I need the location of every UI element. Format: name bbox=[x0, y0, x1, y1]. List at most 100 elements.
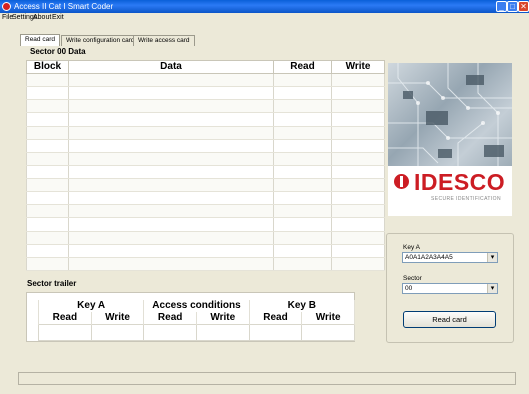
trailer-cell[interactable] bbox=[248, 324, 303, 341]
key-a-dropdown[interactable]: A0A1A2A3A4A5 ▾ bbox=[402, 252, 498, 263]
data-cell[interactable] bbox=[68, 73, 274, 88]
block-cell[interactable] bbox=[26, 86, 69, 101]
table-row[interactable] bbox=[26, 217, 385, 232]
table-row[interactable] bbox=[26, 204, 385, 219]
data-cell[interactable] bbox=[68, 178, 274, 193]
table-row[interactable] bbox=[26, 165, 385, 180]
column-header-block[interactable]: Block bbox=[26, 60, 69, 74]
write-cell[interactable] bbox=[331, 244, 385, 258]
table-row[interactable] bbox=[26, 257, 385, 272]
write-cell[interactable] bbox=[331, 257, 385, 272]
write-cell[interactable] bbox=[331, 204, 385, 219]
write-cell[interactable] bbox=[331, 73, 385, 88]
read-cell[interactable] bbox=[273, 139, 332, 153]
table-row[interactable] bbox=[26, 73, 385, 88]
close-button[interactable]: ✕ bbox=[518, 1, 529, 12]
column-header-write[interactable]: Write bbox=[331, 60, 385, 74]
table-row[interactable] bbox=[26, 244, 385, 258]
block-cell[interactable] bbox=[26, 178, 69, 193]
data-cell[interactable] bbox=[68, 257, 274, 272]
read-cell[interactable] bbox=[273, 86, 332, 101]
table-row[interactable] bbox=[26, 139, 385, 153]
write-cell[interactable] bbox=[331, 165, 385, 180]
data-cell[interactable] bbox=[68, 86, 274, 101]
write-cell[interactable] bbox=[331, 231, 385, 245]
block-cell[interactable] bbox=[26, 99, 69, 114]
block-cell[interactable] bbox=[26, 231, 69, 245]
tab-read-card[interactable]: Read card bbox=[20, 34, 60, 46]
read-cell[interactable] bbox=[273, 99, 332, 114]
write-cell[interactable] bbox=[331, 126, 385, 140]
read-cell[interactable] bbox=[273, 152, 332, 166]
data-cell[interactable] bbox=[68, 244, 274, 258]
block-cell[interactable] bbox=[26, 112, 69, 127]
menu-exit[interactable]: Exit bbox=[52, 13, 64, 23]
write-cell[interactable] bbox=[331, 217, 385, 232]
read-cell[interactable] bbox=[273, 244, 332, 258]
block-cell[interactable] bbox=[26, 217, 69, 232]
read-cell[interactable] bbox=[273, 126, 332, 140]
trailer-cell[interactable] bbox=[195, 324, 250, 341]
data-cell[interactable] bbox=[68, 217, 274, 232]
tab-write-configuration-card[interactable]: Write configuration card bbox=[61, 35, 140, 46]
write-cell[interactable] bbox=[331, 99, 385, 114]
trailer-cell[interactable] bbox=[301, 324, 355, 341]
data-cell[interactable] bbox=[68, 139, 274, 153]
data-cell[interactable] bbox=[68, 191, 274, 206]
data-cell[interactable] bbox=[68, 231, 274, 245]
read-cell[interactable] bbox=[273, 231, 332, 245]
block-cell[interactable] bbox=[26, 191, 69, 206]
write-cell[interactable] bbox=[331, 191, 385, 206]
trailer-key-b-read-header: Read bbox=[248, 312, 303, 325]
block-cell[interactable] bbox=[26, 204, 69, 219]
column-header-read[interactable]: Read bbox=[273, 60, 332, 74]
table-row[interactable] bbox=[26, 99, 385, 114]
block-cell[interactable] bbox=[26, 73, 69, 88]
trailer-cell[interactable] bbox=[38, 324, 92, 341]
read-cell[interactable] bbox=[273, 165, 332, 180]
data-cell[interactable] bbox=[68, 152, 274, 166]
write-cell[interactable] bbox=[331, 178, 385, 193]
data-cell[interactable] bbox=[68, 99, 274, 114]
table-row[interactable] bbox=[26, 231, 385, 245]
data-cell[interactable] bbox=[68, 126, 274, 140]
chevron-down-icon[interactable]: ▾ bbox=[487, 284, 497, 293]
tab-write-access-card[interactable]: Write access card bbox=[133, 35, 195, 46]
block-cell[interactable] bbox=[26, 126, 69, 140]
read-cell[interactable] bbox=[273, 178, 332, 193]
data-cell[interactable] bbox=[68, 112, 274, 127]
table-row[interactable] bbox=[26, 112, 385, 127]
read-cell[interactable] bbox=[273, 217, 332, 232]
chevron-down-icon[interactable]: ▾ bbox=[487, 253, 497, 262]
read-card-button[interactable]: Read card bbox=[403, 311, 496, 328]
table-row[interactable] bbox=[26, 191, 385, 206]
block-cell[interactable] bbox=[26, 165, 69, 180]
maximize-button[interactable]: □ bbox=[507, 1, 518, 12]
write-cell[interactable] bbox=[331, 139, 385, 153]
write-cell[interactable] bbox=[331, 86, 385, 101]
read-cell[interactable] bbox=[273, 73, 332, 88]
trailer-cell[interactable] bbox=[143, 324, 197, 341]
table-row[interactable] bbox=[26, 152, 385, 166]
block-cell[interactable] bbox=[26, 152, 69, 166]
data-cell[interactable] bbox=[68, 204, 274, 219]
trailer-sub-header-row: Read Write Read Write Read Write bbox=[38, 312, 355, 325]
read-cell[interactable] bbox=[273, 191, 332, 206]
menu-about[interactable]: About bbox=[33, 13, 51, 23]
column-header-data[interactable]: Data bbox=[68, 60, 274, 74]
read-cell[interactable] bbox=[273, 257, 332, 272]
block-cell[interactable] bbox=[26, 257, 69, 272]
block-cell[interactable] bbox=[26, 244, 69, 258]
trailer-cell[interactable] bbox=[90, 324, 145, 341]
write-cell[interactable] bbox=[331, 112, 385, 127]
read-cell[interactable] bbox=[273, 204, 332, 219]
block-cell[interactable] bbox=[26, 139, 69, 153]
sector-dropdown[interactable]: 00 ▾ bbox=[402, 283, 498, 294]
table-row[interactable] bbox=[26, 178, 385, 193]
table-row[interactable] bbox=[26, 126, 385, 140]
table-row[interactable] bbox=[26, 86, 385, 101]
data-cell[interactable] bbox=[68, 165, 274, 180]
write-cell[interactable] bbox=[331, 152, 385, 166]
read-cell[interactable] bbox=[273, 112, 332, 127]
minimize-button[interactable]: _ bbox=[496, 1, 507, 12]
